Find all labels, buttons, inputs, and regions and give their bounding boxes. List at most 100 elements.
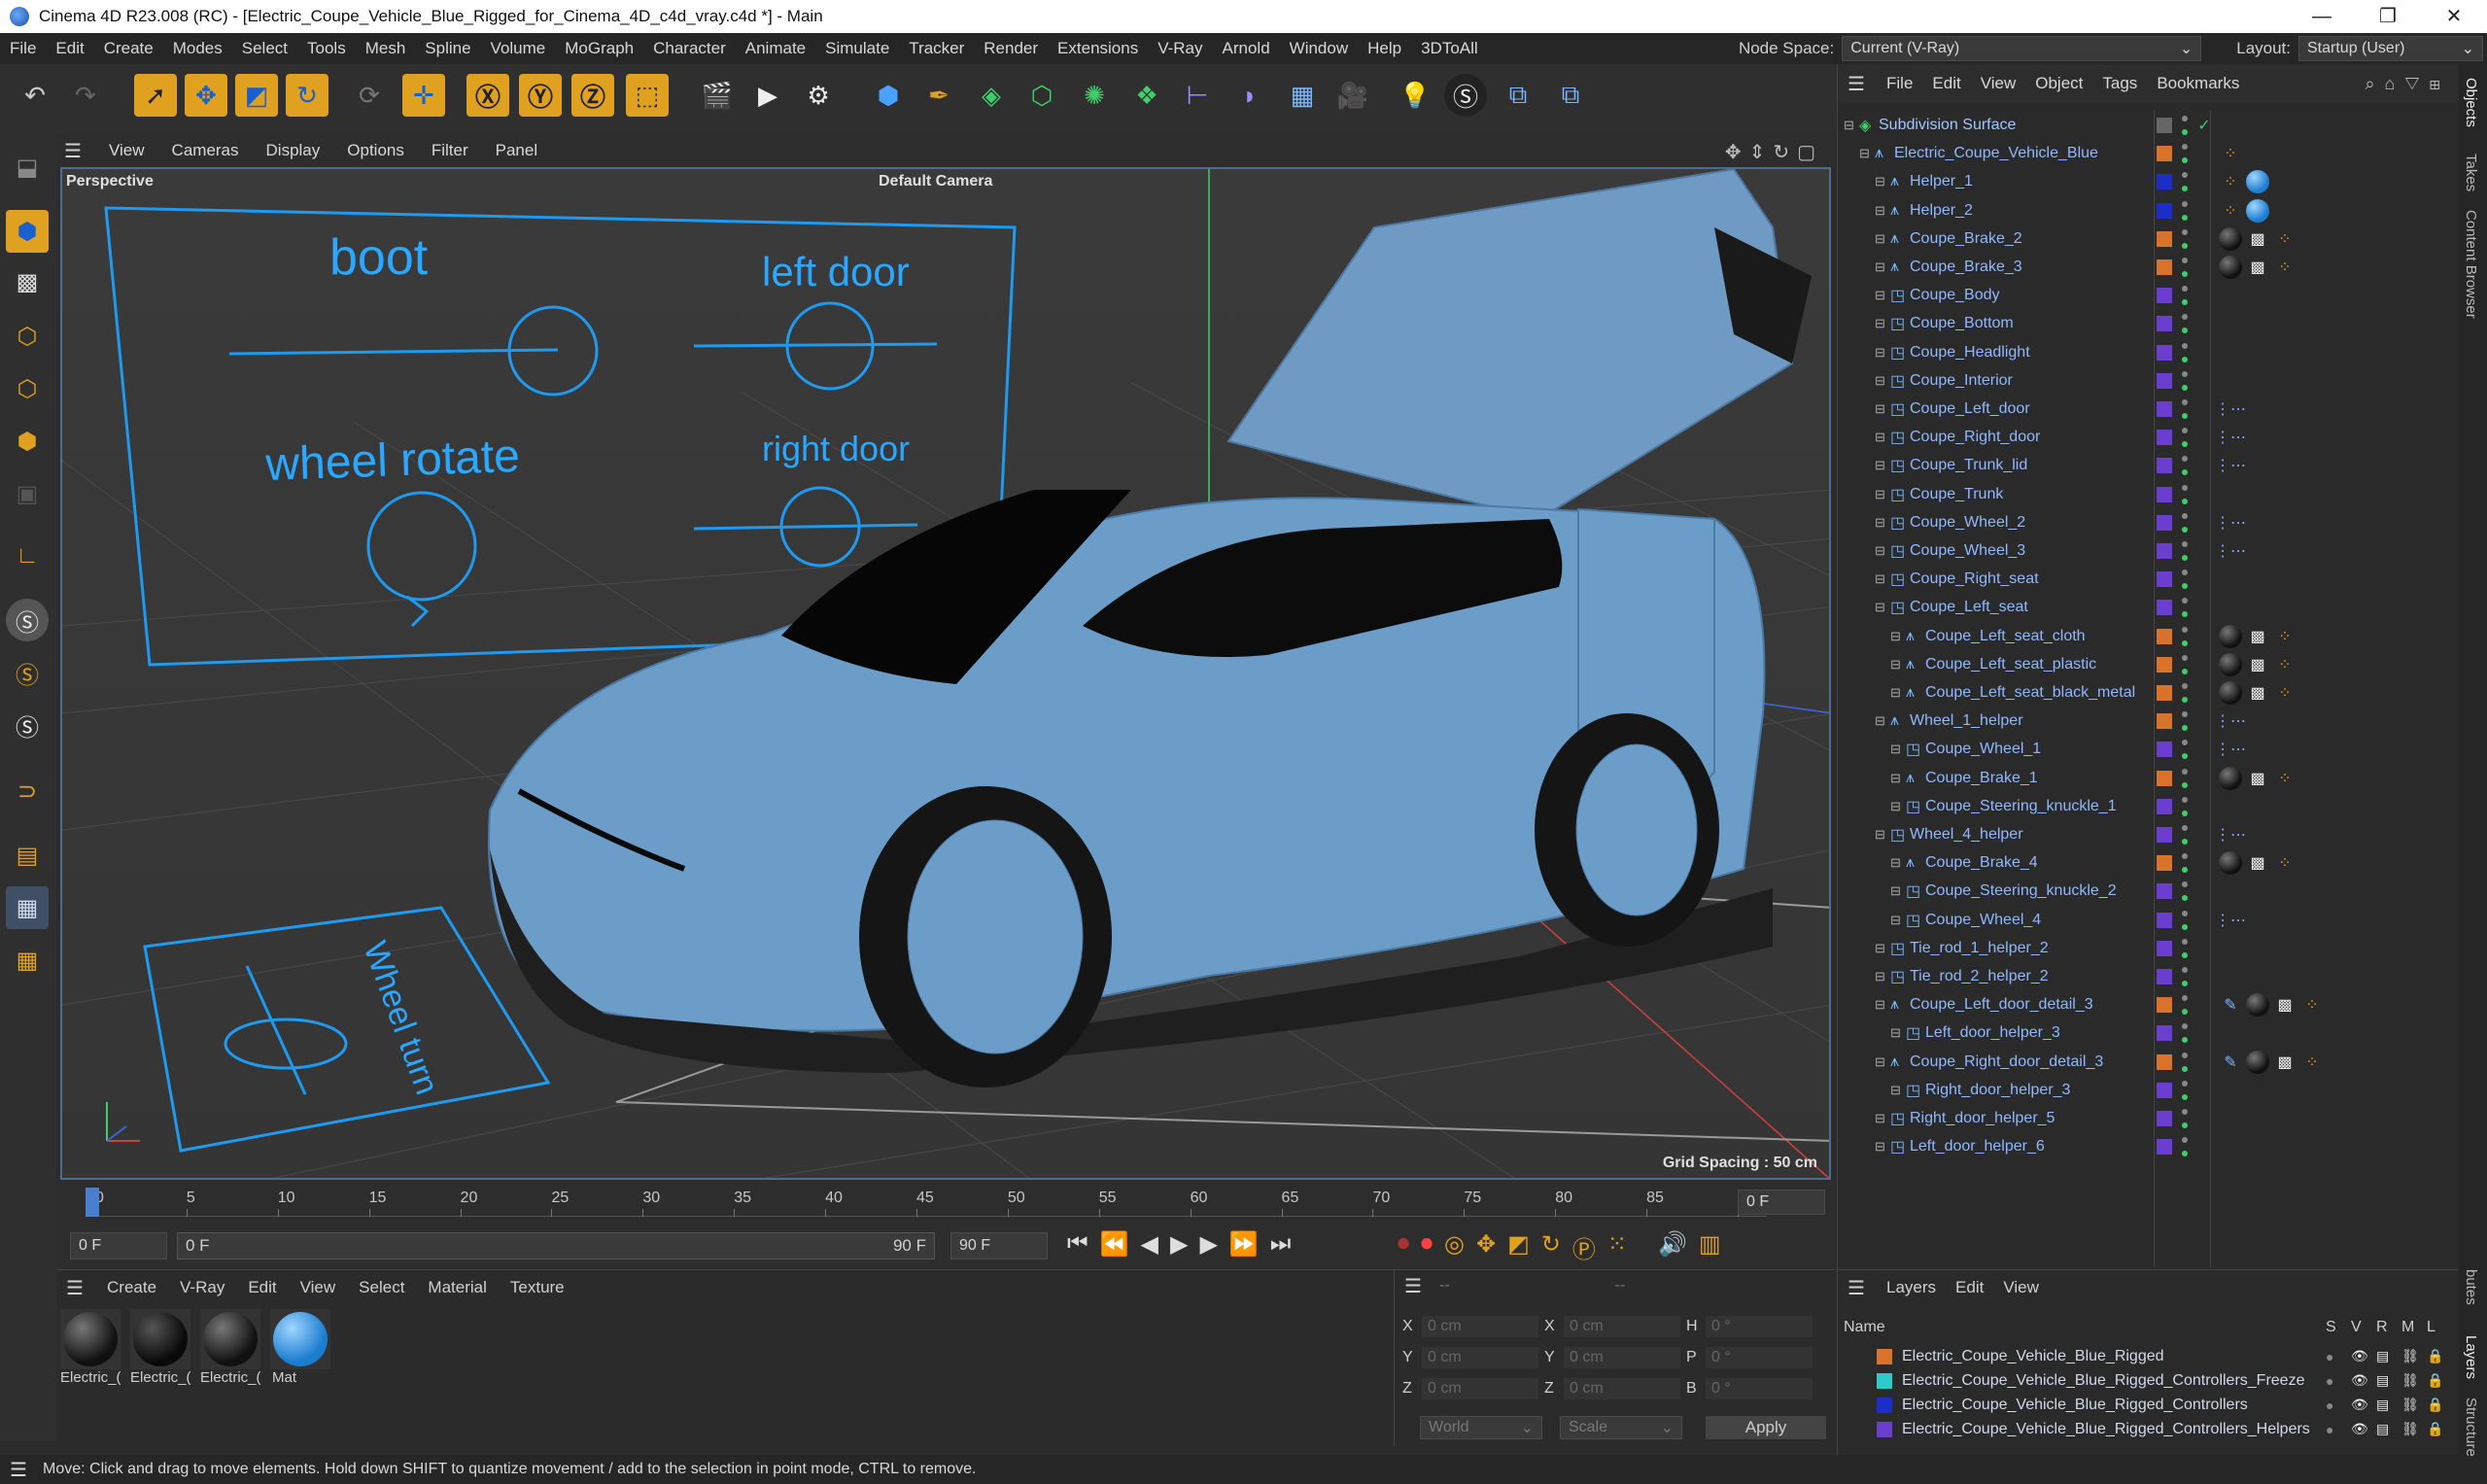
object-name[interactable]: Coupe_Body (1910, 287, 2000, 304)
layer-color-swatch[interactable] (2157, 713, 2172, 730)
layer-color-swatch[interactable] (2157, 912, 2172, 928)
expand-toggle-icon[interactable]: ⊟ (1890, 855, 1901, 871)
layer-row[interactable]: Electric_Coupe_Vehicle_Blue_Rigged ● 👁 ▤ ⛓ 🔒 (1838, 1344, 2460, 1368)
object-row[interactable]: ⊟ ◳ Right_door_helper_5 (1838, 1104, 2460, 1133)
expand-toggle-icon[interactable]: ⊟ (1875, 515, 1885, 531)
expand-toggle-icon[interactable]: ⊟ (1890, 742, 1901, 757)
layer-color-swatch[interactable] (2157, 146, 2172, 162)
visibility-dots-icon[interactable] (2182, 740, 2188, 760)
object-name[interactable]: Coupe_Right_seat (1910, 570, 2039, 588)
enabled-check-icon[interactable]: ✓ (2193, 114, 2216, 137)
texture-tag-icon[interactable]: ▩ (2246, 625, 2269, 648)
layer-color-swatch[interactable] (2157, 997, 2172, 1014)
material-swatch[interactable]: Electric_( (200, 1309, 260, 1386)
scale-dropdown[interactable]: Scale ⌄ (1560, 1416, 1682, 1439)
xpresso-tag-icon[interactable]: ✎ (2219, 1051, 2242, 1074)
next-frame-icon[interactable]: ▶ (1199, 1230, 1217, 1259)
layer-color-swatch[interactable] (2157, 174, 2172, 190)
material-tag-icon[interactable] (2246, 198, 2269, 223)
layer-color-swatch[interactable] (2157, 883, 2172, 900)
texture-mode-icon[interactable]: ▩ (6, 260, 49, 303)
position-z-field[interactable]: 0 cm (1422, 1378, 1538, 1399)
expand-toggle-icon[interactable]: ⊟ (1875, 259, 1885, 275)
layer-name[interactable]: Electric_Coupe_Vehicle_Blue_Rigged_Contr… (1902, 1372, 2304, 1390)
layer-color-swatch[interactable] (2157, 628, 2172, 644)
layer-color-swatch[interactable] (2157, 372, 2172, 389)
layer-color-swatch[interactable] (2157, 118, 2172, 133)
solo-icon[interactable]: ● (2326, 1422, 2333, 1437)
visibility-dots-icon[interactable] (2182, 711, 2188, 732)
xpresso-tag-icon[interactable]: ⋮⋯ (2215, 511, 2246, 535)
material-menu-view[interactable]: View (289, 1278, 348, 1297)
layer-tag-icon[interactable]: ⁘ (2273, 767, 2297, 790)
object-name[interactable]: Coupe_Trunk_lid (1910, 457, 2027, 474)
layer-color-swatch[interactable] (2157, 571, 2172, 588)
layer-color-swatch[interactable] (2157, 798, 2172, 814)
xpresso-tag-icon[interactable]: ⋮⋯ (2215, 426, 2246, 449)
layer-tag-icon[interactable]: ⁘ (2273, 851, 2297, 875)
hamburger-menu-icon[interactable]: ☰ (56, 1276, 95, 1300)
visibility-dots-icon[interactable] (2182, 1023, 2188, 1044)
lock-icon[interactable]: 🔒 (2427, 1348, 2443, 1364)
make-editable-icon[interactable]: ⬓ (6, 146, 49, 189)
expand-toggle-icon[interactable]: ⊟ (1875, 1054, 1885, 1070)
menu-simulate[interactable]: Simulate (815, 39, 899, 58)
object-menu-object[interactable]: Object (2025, 74, 2092, 93)
object-row[interactable]: ⊟ ⩚ Electric_Coupe_Vehicle_Blue ⁘ (1838, 139, 2460, 168)
object-row[interactable]: ⊟ ◳ Coupe_Headlight (1838, 338, 2460, 367)
expand-toggle-icon[interactable]: ⊟ (1875, 1111, 1885, 1126)
visibility-dots-icon[interactable] (2182, 116, 2188, 135)
material-swatch[interactable]: Electric_( (130, 1309, 190, 1386)
layer-tag-icon[interactable]: ⁘ (2219, 142, 2242, 165)
object-row[interactable]: ⊟ ⩚ Coupe_Right_door_detail_3 ✎ ▩ ⁘ (1838, 1048, 2460, 1077)
visibility-dots-icon[interactable] (2182, 881, 2188, 902)
object-row[interactable]: ⊟ ◳ Coupe_Wheel_1 ⋮⋯ (1838, 735, 2460, 764)
texture-tag-icon[interactable]: ▩ (2246, 653, 2269, 676)
hamburger-menu-icon[interactable]: ☰ (0, 1458, 43, 1482)
object-row[interactable]: ⊟ ◳ Right_door_helper_3 (1838, 1076, 2460, 1105)
object-row[interactable]: ⊟ ⩚ Coupe_Left_seat_cloth ▩ ⁘ (1838, 622, 2460, 651)
subdivision-icon[interactable]: ◈ (970, 74, 1013, 117)
menu-vray[interactable]: V-Ray (1148, 39, 1212, 58)
visibility-dots-icon[interactable] (2182, 825, 2188, 845)
expand-toggle-icon[interactable]: ⊟ (1844, 118, 1854, 133)
object-row[interactable]: ⊟ ◳ Coupe_Right_seat (1838, 565, 2460, 594)
workplane-settings-icon[interactable]: ▦ (6, 939, 49, 982)
parameter-key-icon[interactable]: Ⓟ (1572, 1230, 1596, 1264)
layer-color-swatch[interactable] (2157, 742, 2172, 758)
layer-color-swatch[interactable] (2157, 969, 2172, 984)
object-name[interactable]: Coupe_Wheel_1 (1925, 741, 2041, 758)
texture-tag-icon[interactable]: ▩ (2246, 767, 2269, 790)
layer-color-swatch[interactable] (2157, 940, 2172, 956)
object-menu-tags[interactable]: Tags (2092, 74, 2147, 93)
expand-toggle-icon[interactable]: ⊟ (1890, 883, 1901, 899)
workplane-icon[interactable]: ▤ (6, 834, 49, 877)
expand-toggle-icon[interactable]: ⊟ (1875, 458, 1885, 473)
menu-file[interactable]: File (0, 39, 46, 58)
object-row[interactable]: ⊟ ⩚ Coupe_Brake_1 ▩ ⁘ (1838, 764, 2460, 793)
coordinate-system-icon[interactable]: ⬚ (626, 74, 669, 117)
layer-menu-layers[interactable]: Layers (1877, 1278, 1946, 1297)
menu-volume[interactable]: Volume (481, 39, 556, 58)
pen-icon[interactable]: ✒ (917, 74, 960, 117)
menu-arnold[interactable]: Arnold (1213, 39, 1280, 58)
visibility-dots-icon[interactable] (2182, 569, 2188, 590)
object-row[interactable]: ⊟ ◳ Coupe_Body (1838, 281, 2460, 310)
material-tag-icon[interactable] (2219, 681, 2242, 705)
expand-toggle-icon[interactable]: ⊟ (1890, 1025, 1901, 1041)
visibility-dots-icon[interactable] (2182, 910, 2188, 930)
menu-spline[interactable]: Spline (415, 39, 480, 58)
keyframe-selection-icon[interactable]: ◎ (1444, 1230, 1465, 1264)
layer-color-swatch[interactable] (2157, 1111, 2172, 1126)
axis-mode-icon[interactable]: ∟ (6, 535, 49, 577)
visibility-dots-icon[interactable] (2182, 768, 2188, 788)
viewport-menu-options[interactable]: Options (333, 141, 418, 160)
visibility-dots-icon[interactable] (2182, 342, 2188, 362)
close-button[interactable]: ✕ (2421, 0, 2487, 33)
object-row[interactable]: ⊟ ◳ Coupe_Left_seat (1838, 593, 2460, 622)
object-row[interactable]: ⊟ ◳ Coupe_Interior (1838, 366, 2460, 396)
object-row[interactable]: ⊟ ◳ Left_door_helper_3 (1838, 1018, 2460, 1048)
hamburger-menu-icon[interactable]: ☰ (1838, 72, 1877, 96)
layer-color-swatch[interactable] (2157, 430, 2172, 446)
layer-color-swatch[interactable] (2157, 1025, 2172, 1042)
